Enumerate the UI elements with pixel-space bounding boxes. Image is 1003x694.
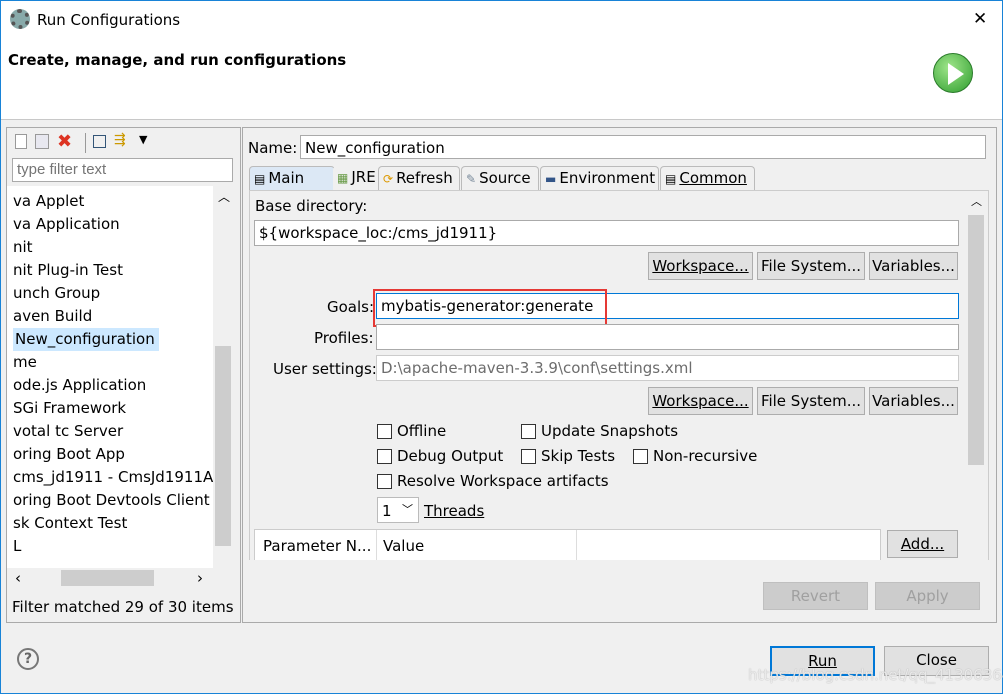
file-system-button-1[interactable]: File System... <box>757 252 865 280</box>
tree-item[interactable]: oring Boot App <box>13 443 125 466</box>
non-recursive-checkbox[interactable] <box>633 449 648 464</box>
title-bar: Run Configurations ✕ <box>1 1 1002 38</box>
duplicate-icon[interactable] <box>35 134 49 149</box>
tree-item[interactable]: votal tc Server <box>13 420 123 443</box>
goals-highlight-box <box>373 289 607 327</box>
tab-main[interactable]: ▤ Main <box>249 166 335 191</box>
tab-refresh[interactable]: ⟳ Refresh <box>378 166 460 190</box>
main-tab-icon: ▤ <box>254 172 266 186</box>
update-snapshots-label: Update Snapshots <box>541 422 679 440</box>
param-col-value[interactable]: Value <box>383 537 424 555</box>
profiles-input[interactable] <box>376 324 959 350</box>
apply-button[interactable]: Apply <box>875 582 980 610</box>
skip-tests-label: Skip Tests <box>541 447 616 465</box>
scroll-hthumb[interactable] <box>61 570 154 586</box>
header-title: Create, manage, and run configurations <box>8 51 347 69</box>
user-settings-label: User settings: <box>273 360 377 378</box>
help-button[interactable]: ? <box>17 648 39 670</box>
offline-label: Offline <box>397 422 447 440</box>
dialog-header: Create, manage, and run configurations <box>1 38 1002 120</box>
tab-common[interactable]: ▤ Common <box>660 166 755 190</box>
filter-status: Filter matched 29 of 30 items <box>12 598 234 616</box>
scroll-up-icon[interactable]: ︿ <box>218 188 230 205</box>
threads-select[interactable]: 1 ﹀ <box>377 497 419 523</box>
run-icon <box>933 53 973 93</box>
environment-icon: ▬ <box>545 172 557 186</box>
common-icon: ▤ <box>665 172 677 186</box>
scroll-left-icon[interactable]: ‹ <box>15 569 21 587</box>
content-scroll-thumb[interactable] <box>968 215 984 465</box>
tab-source[interactable]: ✎ Source <box>461 166 539 190</box>
tree-item[interactable]: aven Build <box>13 305 92 328</box>
threads-label: Threads <box>424 502 485 520</box>
tree-item[interactable]: cms_jd1911 - CmsJd1911Ap <box>13 466 213 489</box>
config-tree-panel: ✖ ⇶ ▼ va Appletva Applicationnitnit Plug… <box>6 127 241 623</box>
non-recursive-label: Non-recursive <box>653 447 758 465</box>
name-label: Name: <box>248 139 298 157</box>
goals-label: Goals: <box>327 298 375 316</box>
scroll-right-icon[interactable]: › <box>197 569 203 587</box>
workspace-button-1[interactable]: Workspace... <box>648 252 753 280</box>
content-vscrollbar[interactable]: ︿ <box>965 191 987 560</box>
watermark: https://blog.csdn.net/qq_41306364 <box>748 666 1003 684</box>
window-close-button[interactable]: ✕ <box>973 9 987 29</box>
param-col-name[interactable]: Parameter N... <box>263 537 371 555</box>
eclipse-gear-icon <box>10 9 30 29</box>
source-icon: ✎ <box>466 172 477 186</box>
delete-icon[interactable]: ✖ <box>57 131 72 152</box>
debug-output-label: Debug Output <box>397 447 504 465</box>
view-menu-chevron-icon[interactable]: ▼ <box>139 133 147 146</box>
revert-button[interactable]: Revert <box>763 582 868 610</box>
parameters-table[interactable]: Parameter N... Value <box>254 529 881 560</box>
base-directory-label: Base directory: <box>255 197 368 215</box>
collapse-all-icon[interactable] <box>93 135 106 148</box>
tree-item[interactable]: nit <box>13 236 33 259</box>
offline-checkbox[interactable] <box>377 424 392 439</box>
tree-item[interactable]: va Application <box>13 213 120 236</box>
profiles-label: Profiles: <box>314 329 374 347</box>
tab-environment[interactable]: ▬ Environment <box>540 166 659 190</box>
filter-icon[interactable]: ⇶ <box>114 132 126 148</box>
chevron-down-icon: ﹀ <box>402 503 413 516</box>
user-settings-input[interactable]: D:\apache-maven-3.3.9\conf\settings.xml <box>376 355 959 381</box>
jre-tab-icon: ▦ <box>337 171 349 185</box>
base-directory-input[interactable]: ${workspace_loc:/cms_jd1911} <box>254 220 959 246</box>
new-config-icon[interactable] <box>15 134 27 149</box>
vertical-scrollbar[interactable]: ︿ <box>213 186 233 568</box>
filter-input[interactable] <box>12 158 233 182</box>
config-tree-list: va Applet va Application nit nit Plug-in Te… <box>7 186 213 568</box>
update-snapshots-checkbox[interactable] <box>521 424 536 439</box>
tree-item[interactable]: nit Plug-in Test <box>13 259 123 282</box>
tree-item[interactable]: me <box>13 351 37 374</box>
add-parameter-button[interactable]: Add... <box>887 530 958 558</box>
debug-output-checkbox[interactable] <box>377 449 392 464</box>
tree-item[interactable]: oring Boot Devtools Client <box>13 489 210 512</box>
variables-button-2[interactable]: Variables... <box>869 387 958 415</box>
tree-item[interactable]: SGi Framework <box>13 397 126 420</box>
tree-item[interactable]: unch Group <box>13 282 100 305</box>
tree-item[interactable]: sk Context Test <box>13 512 127 535</box>
tree-item[interactable]: ode.js Application <box>13 374 146 397</box>
name-input[interactable]: New_configuration <box>300 135 986 159</box>
tree-item[interactable]: va Applet <box>13 190 84 213</box>
horizontal-scrollbar[interactable]: ‹ › <box>7 568 213 588</box>
tree-item[interactable]: New_configuration <box>13 328 159 351</box>
scroll-thumb[interactable] <box>215 346 231 546</box>
tab-jre[interactable]: ▦ JRE <box>333 166 377 190</box>
refresh-icon: ⟳ <box>383 172 394 186</box>
tree-item[interactable]: L <box>13 535 21 558</box>
window-title: Run Configurations <box>37 11 181 29</box>
resolve-workspace-checkbox[interactable] <box>377 474 392 489</box>
variables-button-1[interactable]: Variables... <box>869 252 958 280</box>
workspace-button-2[interactable]: Workspace... <box>648 387 753 415</box>
skip-tests-checkbox[interactable] <box>521 449 536 464</box>
resolve-workspace-label: Resolve Workspace artifacts <box>397 472 609 490</box>
toolbar: ✖ ⇶ ▼ <box>11 131 211 154</box>
file-system-button-2[interactable]: File System... <box>757 387 865 415</box>
